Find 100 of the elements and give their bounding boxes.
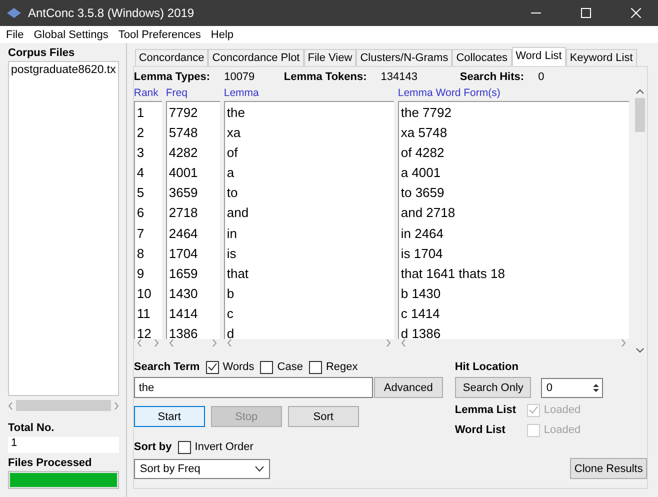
corpus-files-heading: Corpus Files: [8, 47, 76, 59]
search-only-button[interactable]: Search Only: [454, 377, 532, 398]
column-header[interactable]: Freq: [166, 85, 220, 101]
tab[interactable]: Keyword List: [566, 49, 637, 66]
table-cell-text: b: [226, 284, 236, 303]
table-cell-text: 10: [136, 284, 152, 303]
checkbox[interactable]: [206, 360, 219, 374]
checkmark-icon: [208, 363, 217, 371]
checkbox[interactable]: [178, 440, 191, 454]
scroll-thumb[interactable]: [634, 98, 645, 132]
table-cell-text: in: [226, 224, 238, 243]
scroll-left-icon[interactable]: [168, 339, 174, 347]
menu-item[interactable]: Global Settings: [34, 28, 108, 40]
table-cell-text: 5: [136, 184, 146, 202]
maximize-icon: [581, 8, 591, 18]
scroll-right-icon[interactable]: [212, 339, 217, 347]
advanced-button[interactable]: Advanced: [374, 377, 443, 398]
scroll-right-icon[interactable]: [114, 402, 119, 410]
table-cell-text: 4282: [168, 144, 199, 162]
column-header[interactable]: Rank: [134, 85, 162, 101]
app-icon: [6, 7, 22, 19]
table-cell-text: 6: [136, 204, 146, 222]
table-cell-text: 1414: [168, 304, 199, 323]
horizontal-scrollbar[interactable]: [8, 399, 119, 412]
table-cell-text: and 2718: [400, 204, 456, 222]
scroll-down-icon[interactable]: [636, 348, 644, 353]
table-cell-text: 5748: [168, 124, 199, 142]
list-label: Word List: [454, 424, 506, 436]
scroll-left-icon[interactable]: [136, 339, 142, 347]
search-field[interactable]: the: [134, 377, 373, 398]
stat-label: Lemma Tokens:: [284, 71, 367, 83]
option-label: Regex: [326, 361, 358, 373]
table-cell-text: that 1641 thats 18: [400, 264, 506, 283]
action-button[interactable]: Start: [134, 406, 205, 427]
corpus-file-entry[interactable]: postgraduate8620.tx: [11, 64, 116, 76]
scroll-right-icon[interactable]: [386, 339, 391, 347]
sort-by-label: Sort by: [134, 441, 172, 453]
table-cell-text: is: [226, 244, 238, 263]
option-label: Invert Order: [194, 441, 254, 453]
table-cell-text: 1: [136, 104, 146, 122]
scroll-up-icon[interactable]: [636, 89, 644, 94]
scroll-left-icon[interactable]: [226, 339, 232, 347]
table-cell-text: xa 5748: [400, 124, 448, 142]
table-cell-text: and: [226, 204, 250, 222]
table-cell-text: d: [226, 325, 236, 339]
column-header[interactable]: Lemma: [224, 85, 394, 101]
table-cell-text: of: [226, 144, 239, 162]
clone-results-button[interactable]: Clone Results: [570, 458, 647, 479]
table-cell-text: c: [226, 304, 234, 323]
table-cell-text: to: [226, 184, 239, 202]
table-cell-text: to 3659: [400, 184, 446, 202]
table-cell-text: 1659: [168, 264, 199, 283]
stat-value: 10079: [224, 71, 255, 83]
hit-location-spinner[interactable]: 0: [541, 378, 604, 398]
table-cell-text: the: [226, 104, 246, 122]
table-cell-text: 8: [136, 244, 146, 263]
scroll-left-icon[interactable]: [400, 339, 406, 347]
tab[interactable]: Concordance: [134, 49, 208, 66]
table-cell-text: that: [226, 264, 250, 283]
table-cell-text: c 1414: [400, 304, 441, 323]
scroll-thumb[interactable]: [16, 400, 111, 411]
table-cell-text: a: [226, 164, 236, 182]
table-cell-text: b 1430: [400, 284, 442, 303]
scroll-right-icon[interactable]: [154, 339, 159, 347]
menu-item[interactable]: File: [6, 28, 24, 40]
table-cell-text: xa: [226, 124, 242, 142]
table-cell-text: 3: [136, 144, 146, 162]
table-cell-text: 7: [136, 224, 146, 243]
tab[interactable]: File View: [304, 49, 356, 66]
table-cell-text: 9: [136, 264, 146, 283]
stat-value: 134143: [380, 71, 418, 83]
table-cell-text: 12: [136, 325, 152, 339]
tab[interactable]: Collocates: [452, 49, 512, 66]
spin-arrows-icon: [592, 382, 600, 394]
scroll-left-icon[interactable]: [8, 402, 13, 410]
total-label: Total No.: [8, 422, 56, 434]
window-title: AntConc 3.5.8 (Windows) 2019: [28, 6, 196, 20]
table-cell-text: in 2464: [400, 224, 445, 243]
tab[interactable]: Concordance Plot: [208, 49, 304, 66]
action-button[interactable]: Sort: [288, 406, 359, 427]
search-term-label: Search Term: [134, 361, 200, 373]
table-cell-text: 7792: [168, 104, 199, 122]
table-cell-text: 1386: [168, 325, 199, 339]
option-label: Loaded: [544, 404, 581, 416]
menu-item[interactable]: Help: [210, 28, 234, 40]
table-cell-text: a 4001: [400, 164, 442, 182]
sort-dropdown[interactable]: Sort by Freq: [134, 459, 270, 479]
option-label: Words: [222, 361, 254, 373]
tab[interactable]: Word List: [512, 47, 566, 66]
stat-label: Lemma Types:: [134, 71, 210, 83]
checkmark-icon: [528, 406, 538, 414]
table-cell-text: 2: [136, 124, 146, 142]
column-header[interactable]: Lemma Word Form(s): [398, 85, 629, 101]
checkbox[interactable]: [308, 360, 322, 374]
chevron-down-icon: [254, 466, 264, 472]
checkbox[interactable]: [260, 360, 274, 374]
tab[interactable]: Clusters/N-Grams: [356, 49, 452, 66]
list-label: Lemma List: [454, 404, 517, 416]
menu-item[interactable]: Tool Preferences: [118, 28, 201, 40]
scroll-right-icon[interactable]: [620, 339, 626, 347]
